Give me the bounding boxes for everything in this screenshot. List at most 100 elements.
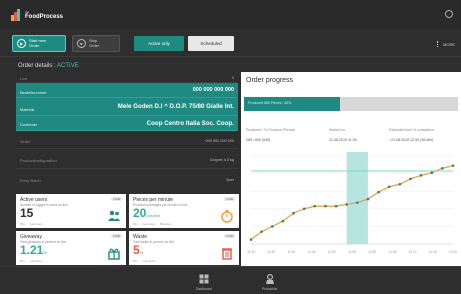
- chart-data-point: [249, 238, 253, 241]
- chart-data-point: [366, 197, 370, 201]
- chart-x-tick-label: 12:10: [409, 250, 417, 254]
- kpi-card-giveaway[interactable]: Giveaway Total giveaway in percent on li…: [16, 231, 126, 265]
- detail-key: Order: [20, 139, 31, 144]
- giveaway-icon: [108, 248, 120, 260]
- kpi-card-pieces-per-minute[interactable]: Pieces per minute Produced packages per …: [129, 194, 239, 228]
- chart-data-point: [324, 204, 327, 208]
- chart-data-point: [302, 207, 306, 211]
- chart-x-tick-label: 11:30: [247, 250, 255, 254]
- order-details-table: Line 3 Bestellnummer 000 000 000 000 Mat…: [16, 73, 238, 189]
- chart-x-tick-label: 12:20: [449, 250, 457, 254]
- order-details-label: Order details :: [18, 63, 58, 69]
- more-menu-button[interactable]: MORE: [437, 41, 455, 47]
- detail-value: 5per: [226, 178, 234, 182]
- chart-x-tick-label: 12:15: [429, 250, 437, 254]
- top-bar: the FoodProcess: [0, 0, 461, 29]
- detail-row: Line 3: [16, 73, 238, 83]
- chart-data-point: [292, 211, 295, 215]
- dashboard-icon: [199, 274, 209, 284]
- chart-data-point: [398, 182, 402, 186]
- order-progress-chart: 11:30 11:35 11:40 11:45 11:50 11:55 12:00 12:05…: [247, 152, 457, 254]
- nav-label-dashboard: Dashboard: [196, 287, 212, 291]
- stopwatch-icon: [221, 210, 233, 223]
- chart-x-tick-label: 11:45: [308, 250, 316, 254]
- active-only-filter-button[interactable]: Active only: [134, 36, 184, 51]
- chart-data-point: [334, 204, 338, 208]
- detail-row: Material Mele Goden D.I ^ D.O.P. 75/80 G…: [16, 98, 238, 116]
- detail-value: 000 000 000 000: [205, 139, 234, 143]
- chart-data-point: [441, 167, 444, 170]
- chart-data-point: [356, 201, 359, 204]
- chart-data-point: [313, 204, 317, 208]
- order-details-title: Order details : ACTIVE: [18, 63, 79, 69]
- estimated-completion-value: ~21.08.2019 12:50 (36 Min): [389, 138, 434, 142]
- live-badge: LIVE: [224, 197, 235, 201]
- kpi-card-active-users[interactable]: Active users Number of logged in users o…: [16, 194, 126, 228]
- users-icon: [108, 210, 120, 221]
- stop-icon: ■: [77, 39, 86, 48]
- chart-x-tick-label: 12:00: [368, 250, 376, 254]
- logo-icon: [11, 9, 21, 21]
- nav-item-production[interactable]: Production: [262, 274, 277, 291]
- nav-item-dashboard[interactable]: Dashboard: [196, 274, 212, 291]
- detail-value: 3: [231, 76, 234, 80]
- stop-order-line2: Order: [89, 42, 100, 48]
- detail-row: Order 000 000 000 000: [16, 131, 238, 149]
- live-badge: LIVE: [111, 234, 122, 238]
- detail-value: Coop Centro Italia Soc. Coop.: [146, 120, 234, 127]
- chart-data-point: [377, 190, 380, 194]
- chart-data-point: [270, 225, 274, 228]
- detail-key: Bestellnummer: [20, 90, 47, 95]
- chart-data-point: [409, 177, 412, 181]
- action-bar: ▶ Start new Order ■ Stop Order Active on…: [0, 29, 461, 57]
- detail-row: Bestellnummer 000 000 000 000: [16, 83, 238, 98]
- chart-data-point: [345, 203, 348, 206]
- detail-value: Gropee 4.5 kg: [209, 158, 234, 162]
- trash-icon: [222, 248, 232, 260]
- chart-data-point: [260, 230, 263, 233]
- started-on-value: 21.08.2019 11:30: [329, 138, 357, 142]
- settings-icon[interactable]: [445, 10, 453, 18]
- detail-key: Material: [20, 107, 35, 112]
- detail-value: 000 000 000 000: [192, 87, 234, 93]
- more-icon: [437, 41, 439, 47]
- start-order-line2: Order: [29, 42, 40, 48]
- chart-x-tick-label: 11:50: [328, 250, 336, 254]
- order-progress-bar: Produced 585 Pieces / 45%: [244, 97, 458, 111]
- logo-name: FoodProcess: [25, 13, 64, 20]
- chart-x-tick-label: 11:40: [288, 250, 296, 254]
- nav-label-production: Production: [262, 287, 278, 291]
- app-logo: the FoodProcess: [11, 9, 63, 21]
- chart-data-point: [387, 185, 391, 189]
- detail-key: Customer: [20, 122, 38, 127]
- chart-x-tick-label: 12:05: [388, 250, 396, 254]
- detail-value: Mele Goden D.I ^ D.O.P. 75/80 Gialle Int…: [117, 103, 234, 110]
- detail-key: Productkonfiguration: [20, 158, 57, 163]
- order-status: ACTIVE: [57, 63, 79, 69]
- chart-data-point: [451, 164, 455, 167]
- bottom-navigation: Dashboard Production: [0, 266, 461, 294]
- detail-row: Entry Batch 5per: [16, 169, 238, 189]
- detail-row: Customer Coop Centro Italia Soc. Coop.: [16, 116, 238, 131]
- chart-x-tick-label: 11:55: [348, 250, 356, 254]
- chart-data-point: [430, 171, 434, 175]
- estimated-completion-label: Estimated time of completion: [389, 128, 434, 132]
- produced-value: 285 / 600 (545): [246, 138, 271, 142]
- kpi-card-waste[interactable]: Waste Total waste in percent on line 5% …: [129, 231, 239, 265]
- production-icon: [265, 274, 274, 284]
- started-on-label: Started on: [329, 128, 346, 132]
- detail-row: Productkonfiguration Gropee 4.5 kg: [16, 149, 238, 169]
- play-icon: ▶: [17, 39, 26, 48]
- stop-order-button[interactable]: ■ Stop Order: [72, 35, 120, 52]
- detail-key: Line: [20, 76, 28, 81]
- start-new-order-button[interactable]: ▶ Start new Order: [12, 35, 66, 52]
- more-label: MORE: [443, 41, 455, 47]
- produced-label: Produced / To Produce (Pieces): [246, 128, 296, 132]
- live-badge: LIVE: [224, 234, 235, 238]
- scheduled-filter-button[interactable]: Scheduled: [188, 36, 234, 51]
- chart-data-point: [419, 174, 423, 177]
- chart-x-tick-label: 11:35: [267, 250, 275, 254]
- order-progress-panel: Order progress Produced 585 Pieces / 45%…: [241, 72, 461, 266]
- order-progress-title: Order progress: [246, 77, 294, 84]
- chart-data-point: [281, 219, 285, 223]
